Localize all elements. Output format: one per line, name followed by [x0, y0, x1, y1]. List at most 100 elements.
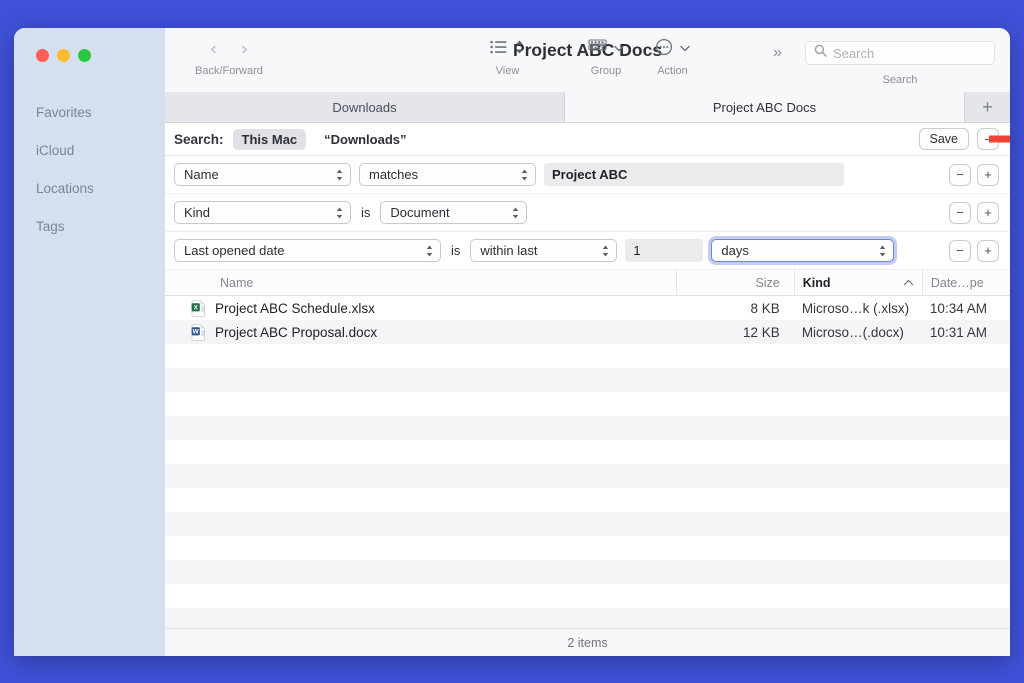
scope-chip-downloads[interactable]: “Downloads” — [315, 129, 415, 150]
group-label: Group — [591, 65, 622, 77]
minimize-button[interactable] — [57, 49, 70, 62]
excel-file-icon: X — [191, 300, 206, 317]
search-group: Search Search — [805, 41, 995, 86]
main-area: Project ABC Docs ‹ › Back/Forward — [165, 28, 1010, 656]
svg-text:X: X — [194, 304, 199, 311]
filter-2-buttons: − + — [949, 202, 999, 224]
table-row[interactable]: W Project ABC Proposal.docx 12 KB Micros… — [165, 320, 1010, 344]
file-list-header: Name Size Kind Date…pe — [165, 270, 1010, 296]
column-header-name[interactable]: Name — [165, 270, 676, 295]
tab-downloads[interactable]: Downloads — [165, 92, 565, 122]
new-tab-button[interactable]: + — [965, 92, 1010, 122]
empty-list-row — [165, 512, 1010, 536]
save-button[interactable]: Save — [919, 128, 970, 150]
filter-3-unit-stepper-icon[interactable] — [876, 244, 888, 258]
filter-1-operator-stepper-icon[interactable] — [518, 168, 530, 182]
status-bar: 2 items — [165, 628, 1010, 656]
column-header-size[interactable]: Size — [676, 270, 794, 295]
column-header-kind-label: Kind — [803, 276, 831, 290]
group-chevron-down-icon[interactable] — [614, 44, 624, 55]
filter-2-value-stepper-icon[interactable] — [509, 206, 521, 220]
filter-3-remove-button[interactable]: − — [949, 240, 971, 262]
action-label: Action — [657, 65, 688, 77]
empty-list-row — [165, 488, 1010, 512]
group-group[interactable]: Group — [588, 28, 624, 77]
empty-list-row — [165, 392, 1010, 416]
sidebar-section-icloud[interactable]: iCloud — [14, 132, 165, 170]
back-icon[interactable]: ‹ — [201, 37, 225, 61]
file-list[interactable]: X Project ABC Schedule.xlsx 8 KB Microso… — [165, 296, 1010, 628]
filter-1-attribute-popup[interactable]: Name — [174, 163, 351, 186]
filter-1-remove-button[interactable]: − — [949, 164, 971, 186]
filter-1-operator-value: matches — [369, 167, 512, 182]
filter-row-3: Last opened date is within last 1 days — [165, 232, 1010, 270]
sort-ascending-icon — [903, 278, 914, 288]
action-ellipsis-circle-icon[interactable] — [655, 38, 673, 61]
column-header-kind[interactable]: Kind — [794, 270, 922, 295]
remove-search-button[interactable]: − — [977, 128, 999, 150]
empty-list-row — [165, 416, 1010, 440]
sidebar: Favorites iCloud Locations Tags — [14, 28, 165, 656]
file-name-text: Project ABC Schedule.xlsx — [215, 301, 375, 316]
search-input[interactable]: Search — [805, 41, 995, 65]
svg-text:W: W — [193, 328, 200, 335]
empty-list-row — [165, 560, 1010, 584]
sidebar-section-locations[interactable]: Locations — [14, 170, 165, 208]
tab-bar: Downloads Project ABC Docs + — [165, 92, 1010, 123]
sidebar-section-tags[interactable]: Tags — [14, 208, 165, 246]
file-date-cell: 10:34 AM — [922, 301, 1010, 316]
tab-project-abc-docs[interactable]: Project ABC Docs — [565, 92, 965, 122]
empty-list-row — [165, 344, 1010, 368]
filter-row-2: Kind is Document − + — [165, 194, 1010, 232]
search-label: Search — [883, 74, 918, 86]
view-options-chevron-icon[interactable] — [514, 39, 525, 60]
scope-chip-this-mac[interactable]: This Mac — [233, 129, 307, 150]
view-label: View — [496, 65, 520, 77]
filter-2-attribute-stepper-icon[interactable] — [333, 206, 345, 220]
filter-3-attribute-popup[interactable]: Last opened date — [174, 239, 441, 262]
filter-3-add-button[interactable]: + — [977, 240, 999, 262]
filter-2-remove-button[interactable]: − — [949, 202, 971, 224]
word-file-icon: W — [191, 324, 206, 341]
filter-3-operator-popup[interactable]: within last — [470, 239, 617, 262]
action-group[interactable]: Action — [655, 28, 690, 77]
filter-3-operator-stepper-icon[interactable] — [599, 244, 611, 258]
search-scope-bar: Search: This Mac “Downloads” Save − — [165, 123, 1010, 156]
filter-1-attribute-stepper-icon[interactable] — [333, 168, 345, 182]
file-size-cell: 12 KB — [676, 325, 794, 340]
table-row[interactable]: X Project ABC Schedule.xlsx 8 KB Microso… — [165, 296, 1010, 320]
filter-2-operator-word: is — [359, 205, 372, 220]
filter-3-operator-word: is — [449, 243, 462, 258]
back-forward-label: Back/Forward — [195, 65, 263, 77]
filter-2-add-button[interactable]: + — [977, 202, 999, 224]
zoom-button[interactable] — [78, 49, 91, 62]
view-group[interactable]: View — [490, 28, 525, 77]
file-kind-cell: Microso…(.docx) — [794, 325, 922, 340]
filter-1-text-input[interactable]: Project ABC — [544, 163, 844, 186]
toolbar: Project ABC Docs ‹ › Back/Forward — [165, 28, 1010, 92]
toolbar-overflow-icon[interactable]: » — [773, 44, 782, 62]
filter-3-unit-popup[interactable]: days — [711, 239, 894, 262]
file-name-cell: X Project ABC Schedule.xlsx — [165, 300, 676, 317]
filter-2-value-popup[interactable]: Document — [380, 201, 527, 224]
filter-3-attribute-stepper-icon[interactable] — [423, 244, 435, 258]
close-button[interactable] — [36, 49, 49, 62]
filter-1-add-button[interactable]: + — [977, 164, 999, 186]
filter-2-attribute-popup[interactable]: Kind — [174, 201, 351, 224]
filter-1-operator-popup[interactable]: matches — [359, 163, 536, 186]
filter-row-1: Name matches Project ABC − + — [165, 156, 1010, 194]
file-name-cell: W Project ABC Proposal.docx — [165, 324, 676, 341]
empty-list-row — [165, 608, 1010, 628]
list-view-icon[interactable] — [490, 40, 507, 59]
empty-list-row — [165, 440, 1010, 464]
group-grid-icon[interactable] — [588, 39, 607, 60]
forward-icon[interactable]: › — [232, 37, 256, 61]
file-kind-cell: Microso…k (.xlsx) — [794, 301, 922, 316]
action-chevron-down-icon[interactable] — [680, 44, 690, 55]
column-header-date[interactable]: Date…pe — [922, 270, 1010, 295]
back-forward-group: ‹ › Back/Forward — [195, 28, 263, 77]
filter-1-buttons: − + — [949, 164, 999, 186]
item-count-text: 2 items — [567, 636, 607, 650]
sidebar-section-favorites[interactable]: Favorites — [14, 94, 165, 132]
filter-3-amount-input[interactable]: 1 — [625, 239, 703, 262]
